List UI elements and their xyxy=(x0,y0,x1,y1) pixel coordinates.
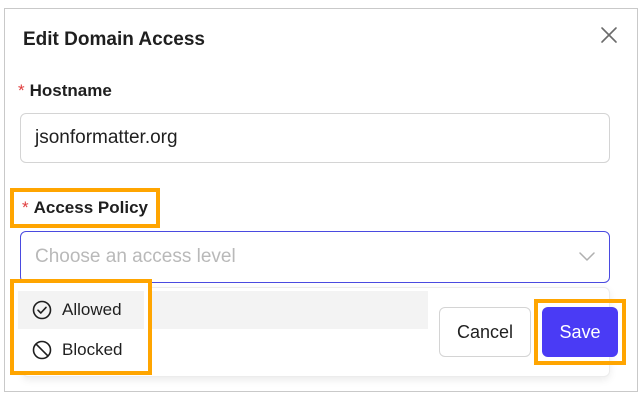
access-policy-label-text: Access Policy xyxy=(33,198,148,217)
required-mark: * xyxy=(22,198,29,217)
hostname-input[interactable]: jsonformatter.org xyxy=(20,113,610,163)
access-policy-placeholder: Choose an access level xyxy=(35,246,236,267)
save-button[interactable]: Save xyxy=(542,307,618,357)
hostname-label-text: Hostname xyxy=(29,81,112,100)
dialog-title: Edit Domain Access xyxy=(23,29,205,50)
check-circle-icon xyxy=(32,300,52,320)
close-button[interactable] xyxy=(597,23,621,47)
required-mark: * xyxy=(18,81,25,100)
option-blocked[interactable]: Blocked xyxy=(18,331,144,369)
access-policy-select[interactable]: Choose an access level xyxy=(20,231,610,283)
hostname-label: * Hostname xyxy=(18,81,112,101)
blocked-icon xyxy=(32,340,52,360)
cancel-button[interactable]: Cancel xyxy=(439,307,531,357)
hostname-value: jsonformatter.org xyxy=(35,127,178,148)
chevron-down-icon xyxy=(579,252,595,261)
option-allowed[interactable]: Allowed xyxy=(18,291,144,329)
option-allowed-label: Allowed xyxy=(62,300,122,319)
option-blocked-label: Blocked xyxy=(62,340,123,359)
access-policy-label: * Access Policy xyxy=(10,188,160,228)
access-policy-options: Allowed Blocked xyxy=(10,279,152,375)
close-icon xyxy=(601,27,617,43)
